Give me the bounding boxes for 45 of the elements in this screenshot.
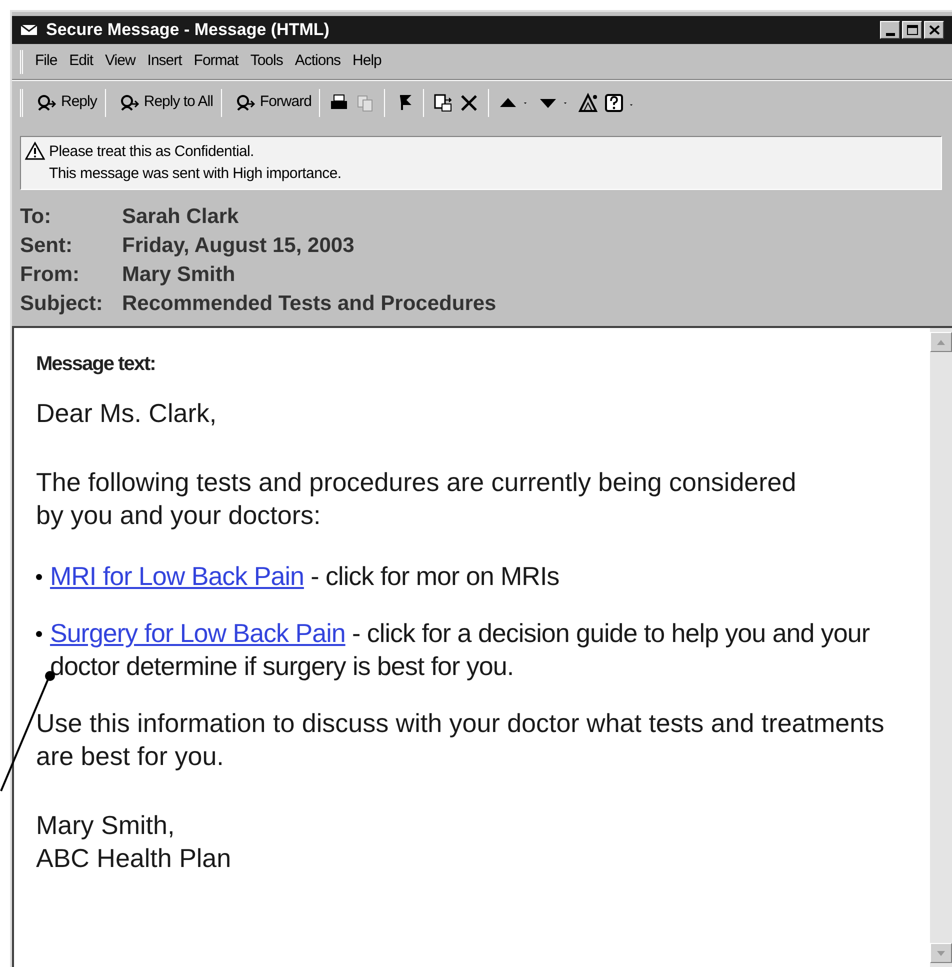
header-value: Sarah Clark — [122, 204, 239, 230]
window-title: Secure Message - Message (HTML) — [46, 19, 330, 42]
toolbar-button[interactable]: Reply to All — [114, 86, 217, 118]
notice-text: This message was sent with High importance. — [49, 164, 342, 184]
menu-item[interactable]: Edit — [65, 50, 98, 73]
scroll-up-button[interactable] — [930, 332, 952, 352]
greeting: Dear Ms. Clark, — [36, 397, 218, 430]
people-arrow-icon[interactable] — [35, 94, 57, 112]
toolbar-button[interactable]: Forward — [230, 86, 316, 118]
header-value: Mary Smith — [122, 262, 236, 288]
menu-item[interactable]: Format — [190, 50, 242, 73]
signature-line: Mary Smith, — [36, 809, 176, 842]
signature-line: ABC Health Plan — [36, 842, 232, 875]
link[interactable]: MRI for Low Back Pain — [50, 561, 304, 591]
minimize-button[interactable] — [880, 21, 900, 39]
maximize-button[interactable] — [902, 21, 922, 39]
toolbar-button[interactable]: Reply — [31, 86, 101, 118]
menu-item[interactable]: File — [31, 50, 62, 73]
menu-item[interactable]: Insert — [143, 50, 186, 73]
menu-item[interactable]: Tools — [246, 50, 287, 73]
header-label: To: — [20, 204, 52, 230]
closing-paragraph: Use this information to discuss with your doctor what tests and treatments are best for you. — [36, 707, 886, 773]
bullet-icon — [36, 631, 42, 637]
menu-item[interactable]: Actions — [290, 50, 345, 73]
header-label: From: — [20, 262, 80, 288]
bullet-icon — [36, 574, 42, 580]
close-button[interactable] — [924, 21, 944, 39]
link[interactable]: Surgery for Low Back Pain — [50, 618, 346, 648]
envelope-icon — [20, 24, 38, 36]
scroll-down-button[interactable] — [930, 943, 952, 963]
menu-item[interactable]: View — [101, 50, 140, 73]
warning-icon — [25, 141, 45, 161]
intro-paragraph: The following tests and procedures are currently being considered by you and your doctors: — [36, 466, 798, 532]
section-heading: Message text: — [36, 352, 156, 377]
menu-item[interactable]: Help — [348, 50, 386, 73]
list-item-text: MRI for Low Back Pain - click for mor on MRIs — [50, 560, 560, 593]
header-value: Recommended Tests and Procedures — [122, 291, 496, 317]
header-label: Sent: — [20, 233, 74, 259]
close-icon[interactable] — [928, 25, 940, 35]
notice-text: Please treat this as Confidential. — [49, 142, 255, 162]
header-value: Friday, August 15, 2003 — [122, 233, 354, 259]
help-icon[interactable] — [603, 92, 626, 114]
list-item-text: Surgery for Low Back Pain - click for a decision guide to help you and your doctor determine if surgery is best for you. — [50, 617, 871, 683]
header-label: Subject: — [20, 291, 104, 317]
move-icon[interactable] — [432, 92, 454, 114]
